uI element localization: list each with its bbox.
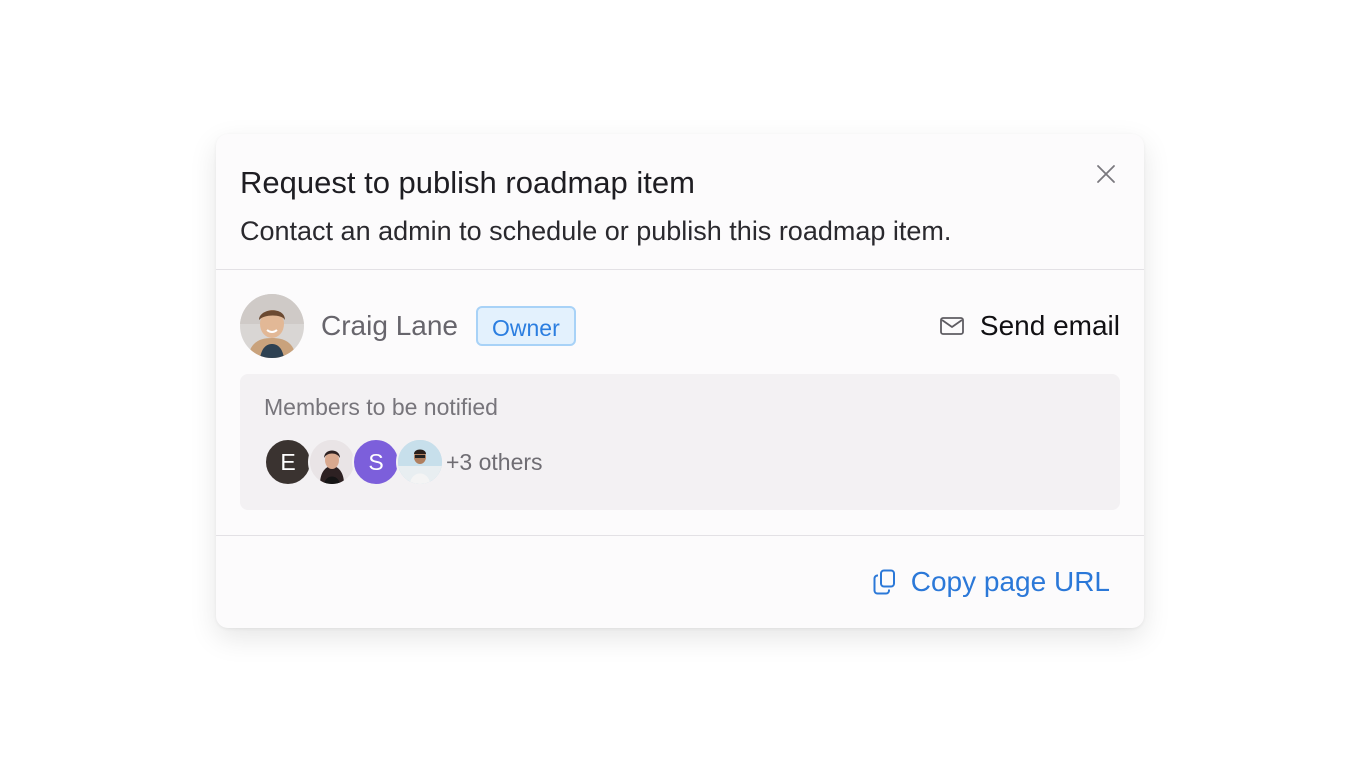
owner-role-badge: Owner: [475, 306, 576, 346]
member-initial: E: [280, 448, 296, 475]
avatar-photo: [240, 294, 304, 358]
close-button[interactable]: [1092, 160, 1120, 188]
members-to-notify-panel: Members to be notified E S +3 others: [240, 374, 1120, 510]
member-avatar-s: S: [352, 438, 400, 486]
dialog-body: Craig Lane Owner Send email Members to b…: [216, 270, 1144, 536]
member-avatar-e: E: [264, 438, 312, 486]
dialog-subtitle: Contact an admin to schedule or publish …: [240, 216, 952, 246]
member-initial: S: [368, 448, 384, 475]
copy-page-url-button[interactable]: Copy page URL: [873, 566, 1110, 598]
publish-request-dialog: Request to publish roadmap item Contact …: [216, 134, 1144, 628]
owner-avatar: [240, 294, 304, 358]
copy-icon: [873, 569, 895, 595]
others-count: +3 others: [446, 448, 543, 475]
copy-page-url-label: Copy page URL: [910, 566, 1110, 597]
avatar-photo: [310, 440, 354, 484]
send-email-button[interactable]: Send email: [940, 310, 1120, 342]
owner-name: Craig Lane: [321, 310, 458, 341]
member-avatar-photo: [396, 438, 444, 486]
mail-icon: [940, 317, 964, 335]
owner-row: Craig Lane Owner Send email: [240, 294, 1120, 358]
member-avatar-photo: [308, 438, 356, 486]
dialog-footer: Copy page URL: [216, 536, 1144, 628]
avatar-photo: [398, 440, 442, 484]
dialog-title: Request to publish roadmap item: [240, 165, 695, 200]
close-icon: [1097, 165, 1115, 183]
dialog-header: Request to publish roadmap item Contact …: [216, 134, 1144, 270]
page: Request to publish roadmap item Contact …: [0, 0, 1360, 760]
members-label: Members to be notified: [264, 394, 498, 420]
member-avatar-stack: E S +3 others: [264, 438, 543, 486]
send-email-label: Send email: [979, 310, 1120, 341]
